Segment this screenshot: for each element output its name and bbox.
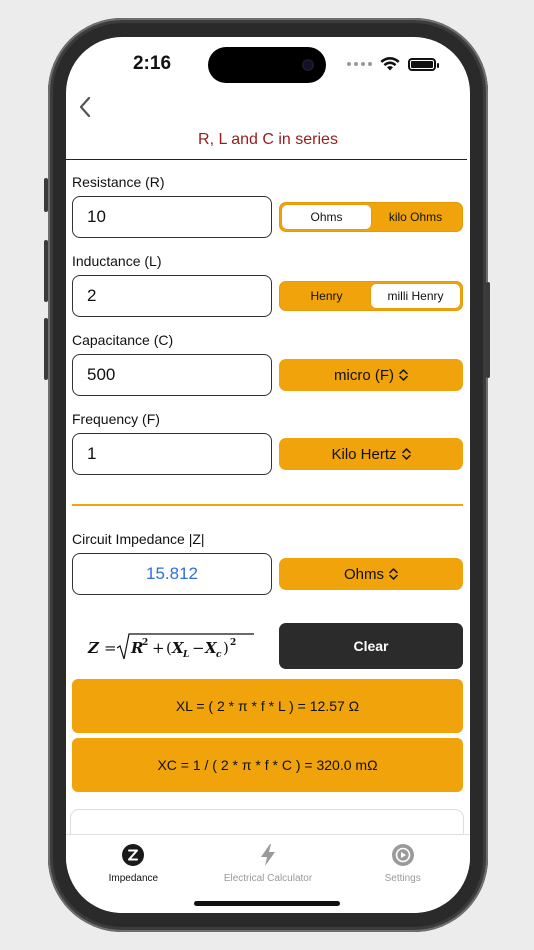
settings-icon — [391, 844, 414, 866]
tab-impedance[interactable]: Impedance — [66, 835, 201, 913]
tab-settings-label: Settings — [384, 873, 421, 884]
back-chevron-icon[interactable] — [74, 95, 98, 119]
capacitance-input[interactable]: 500 — [72, 354, 272, 396]
signal-dots-icon — [347, 62, 372, 66]
section-divider — [72, 504, 463, 506]
capacitance-unit-text: micro (F) — [334, 366, 394, 384]
formula-equals: = — [104, 639, 117, 657]
formula-close-paren: ) — [223, 639, 229, 657]
power-button — [486, 282, 490, 378]
formula-xc-subscript: c — [216, 650, 222, 660]
formula-outer-squared: 2 — [230, 638, 236, 648]
status-time: 2:16 — [132, 53, 172, 74]
chevron-up-down-icon — [399, 369, 408, 381]
volume-down-button — [44, 318, 48, 380]
xl-result-row: XL = ( 2 * π * f * L ) = 12.57 Ω — [72, 679, 463, 733]
inductance-unit-henry[interactable]: Henry — [282, 284, 371, 308]
home-indicator[interactable] — [194, 901, 340, 906]
formula-r-squared: 2 — [142, 638, 148, 648]
resistance-input[interactable]: 10 — [72, 196, 272, 238]
tab-settings[interactable]: Settings — [335, 835, 470, 913]
dynamic-island — [208, 47, 326, 83]
impedance-result-field: 15.812 — [72, 553, 272, 595]
inductance-input[interactable]: 2 — [72, 275, 272, 317]
impedance-formula: Z = R 2 + ( X L − X c ) 2 — [87, 633, 254, 660]
page-title: R, L and C in series — [198, 131, 338, 148]
bolt-icon — [261, 844, 275, 866]
frequency-label: Frequency (F) — [72, 411, 160, 427]
capacitance-label: Capacitance (C) — [72, 332, 174, 348]
inductance-unit-segment: Henry milli Henry — [279, 281, 463, 311]
resistance-label: Resistance (R) — [72, 174, 165, 190]
resistance-unit-kilo-ohms[interactable]: kilo Ohms — [371, 205, 460, 229]
formula-z: Z — [87, 639, 100, 657]
tab-impedance-label: Impedance — [108, 873, 159, 884]
resistance-unit-ohms[interactable]: Ohms — [282, 205, 371, 229]
resistance-unit-segment: Ohms kilo Ohms — [279, 202, 463, 232]
formula-open-paren: ( — [166, 639, 172, 657]
inductance-label: Inductance (L) — [72, 253, 162, 269]
formula-plus: + — [152, 639, 165, 657]
app-screen: 2:16 R, L and C in series Resistance (R)… — [66, 37, 470, 913]
wifi-icon — [380, 57, 400, 71]
formula-xl-subscript: L — [182, 650, 189, 660]
capacitance-unit-picker[interactable]: micro (F) — [279, 359, 463, 391]
frequency-unit-picker[interactable]: Kilo Hertz — [279, 438, 463, 470]
formula-minus: − — [192, 639, 205, 657]
frequency-input[interactable]: 1 — [72, 433, 272, 475]
impedance-unit-text: Ohms — [343, 565, 384, 583]
tab-electrical-calculator-label: Electrical Calculator — [223, 873, 313, 884]
xc-result-row: XC = 1 / ( 2 * π * f * C ) = 320.0 mΩ — [72, 738, 463, 792]
title-divider — [66, 159, 467, 160]
battery-icon — [408, 57, 439, 71]
impedance-label: Circuit Impedance |Z| — [72, 531, 205, 547]
camera-icon — [302, 59, 314, 71]
chevron-up-down-icon — [389, 568, 398, 580]
z-circle-icon — [122, 844, 145, 866]
clear-button[interactable]: Clear — [279, 623, 463, 669]
inductance-unit-milli-henry[interactable]: milli Henry — [371, 284, 460, 308]
impedance-unit-picker[interactable]: Ohms — [279, 558, 463, 590]
status-icons — [347, 57, 439, 71]
chevron-up-down-icon — [401, 448, 411, 460]
frequency-unit-text: Kilo Hertz — [331, 445, 397, 463]
action-button — [44, 178, 48, 212]
volume-up-button — [44, 240, 48, 302]
